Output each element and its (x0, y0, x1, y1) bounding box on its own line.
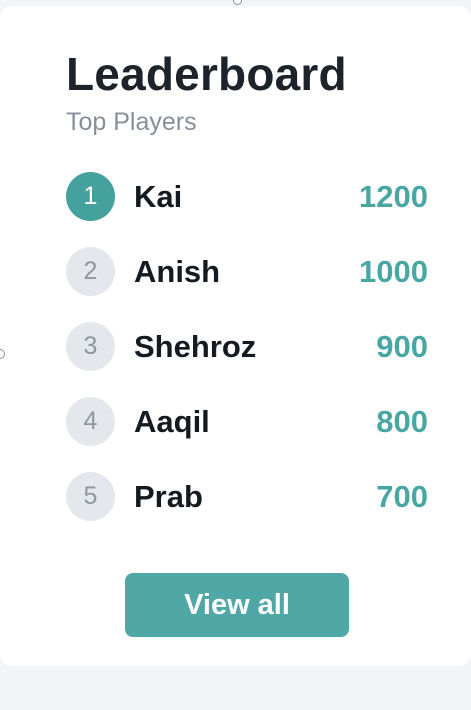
player-row-5: 5 Prab 700 (66, 472, 428, 547)
player-name-4: Aaqil (134, 404, 210, 439)
player-row-3: 3 Shehroz 900 (66, 322, 428, 397)
rank-badge-2: 2 (66, 247, 115, 296)
player-name-2: Anish (134, 254, 221, 289)
player-name-1: Kai (134, 179, 183, 214)
rank-badge-4: 4 (66, 397, 115, 446)
player-row-1: 1 Kai 1200 (66, 172, 428, 247)
top-handle-dot (233, 0, 242, 5)
player-score-1: 1200 (359, 179, 428, 214)
player-score-2: 1000 (359, 254, 428, 289)
player-list: 1 Kai 1200 2 Anish 1000 3 Shehroz 900 4 … (66, 172, 428, 547)
player-score-4: 800 (376, 404, 428, 439)
rank-badge-5: 5 (66, 472, 115, 521)
player-row-2: 2 Anish 1000 (66, 247, 428, 322)
page-background: Leaderboard Top Players 1 Kai 1200 2 Ani… (0, 0, 471, 710)
leaderboard-card: Leaderboard Top Players 1 Kai 1200 2 Ani… (0, 6, 471, 666)
leaderboard-title: Leaderboard (66, 48, 347, 100)
player-score-5: 700 (376, 479, 428, 514)
player-name-5: Prab (134, 479, 203, 514)
player-score-3: 900 (376, 329, 428, 364)
player-row-4: 4 Aaqil 800 (66, 397, 428, 472)
rank-badge-3: 3 (66, 322, 115, 371)
view-all-button[interactable]: View all (125, 573, 349, 637)
player-name-3: Shehroz (134, 329, 257, 364)
rank-badge-1: 1 (66, 172, 115, 221)
leaderboard-subtitle: Top Players (66, 108, 197, 136)
